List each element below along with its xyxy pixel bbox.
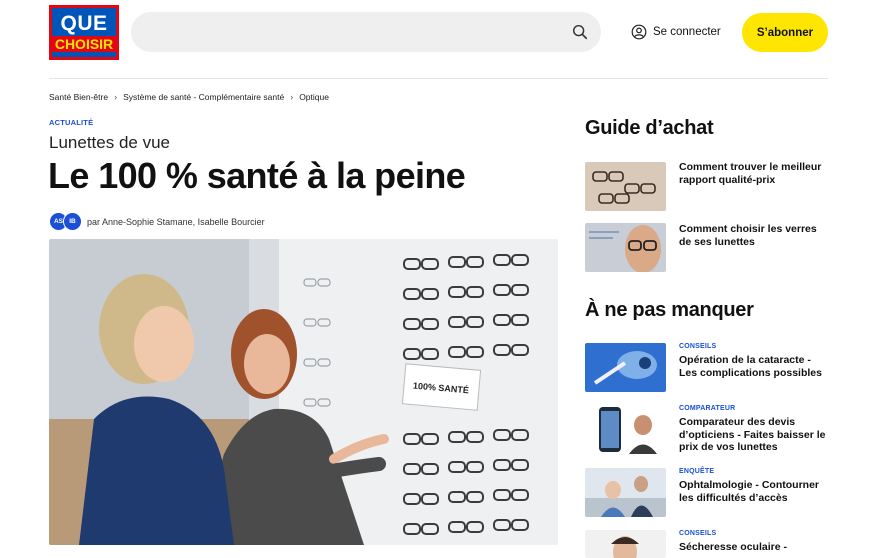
header-divider (49, 78, 828, 79)
user-icon (631, 24, 647, 40)
card-title[interactable]: Ophtalmologie - Contourner les difficult… (679, 479, 829, 504)
miss-card[interactable]: CONSEILS Opération de la cataracte - Les… (585, 343, 835, 392)
card-tag: ENQUÊTE (679, 468, 715, 475)
card-tag: CONSEILS (679, 530, 717, 537)
guide-section-title: Guide d’achat (585, 117, 714, 139)
chevron-right-icon: › (114, 92, 118, 102)
login-link[interactable]: Se connecter (631, 22, 721, 42)
article-title: Le 100 % santé à la peine (48, 155, 466, 196)
card-tag: COMPARATEUR (679, 405, 736, 412)
card-title[interactable]: Comment choisir les verres de ses lunett… (679, 223, 829, 248)
authors-prefix: par (87, 216, 101, 227)
card-title[interactable]: Sécheresse oculaire - (679, 541, 829, 554)
subscribe-button[interactable]: S’abonner (742, 13, 828, 52)
miss-section-title: À ne pas manquer (585, 299, 754, 321)
card-thumbnail (585, 468, 666, 517)
article-tag: ACTUALITÉ (49, 118, 94, 127)
breadcrumb-item[interactable]: Santé Bien-être (49, 92, 108, 102)
authors-names[interactable]: Anne-Sophie Stamane, Isabelle Bourcier (102, 217, 265, 227)
search-input[interactable] (131, 12, 601, 52)
breadcrumb-item[interactable]: Système de santé - Complémentaire santé (123, 92, 284, 102)
authors-line: par Anne-Sophie Stamane, Isabelle Bourci… (87, 217, 265, 227)
guide-card[interactable]: Comment trouver le meilleur rapport qual… (585, 161, 835, 211)
card-thumbnail (585, 405, 666, 454)
card-title[interactable]: Opération de la cataracte - Les complica… (679, 354, 829, 379)
subscribe-label: S’abonner (756, 26, 814, 39)
logo-inner: QUE CHOISIR (51, 8, 117, 57)
card-body: Comment trouver le meilleur rapport qual… (679, 161, 829, 186)
card-body: CONSEILS Sécheresse oculaire - (679, 530, 829, 554)
article-subtitle: Lunettes de vue (49, 133, 170, 152)
logo-text-que: QUE (60, 12, 108, 35)
card-thumbnail (585, 223, 666, 272)
card-thumbnail (585, 530, 666, 558)
card-body: ENQUÊTE Ophtalmologie - Contourner les d… (679, 468, 829, 504)
article-authors: AS IB par Anne-Sophie Stamane, Isabelle … (49, 212, 265, 231)
guide-card[interactable]: Comment choisir les verres de ses lunett… (585, 223, 835, 272)
breadcrumb-item[interactable]: Optique (299, 92, 329, 102)
card-body: CONSEILS Opération de la cataracte - Les… (679, 343, 829, 379)
avatar[interactable]: IB (63, 212, 82, 231)
search-icon[interactable] (571, 23, 589, 41)
card-body: Comment choisir les verres de ses lunett… (679, 223, 829, 248)
card-title[interactable]: Comparateur des devis d’opticiens - Fait… (679, 416, 829, 454)
card-thumbnail (585, 162, 666, 211)
hero-image: 100% SANTÉ (49, 239, 558, 545)
card-tag: CONSEILS (679, 343, 717, 350)
card-title[interactable]: Comment trouver le meilleur rapport qual… (679, 161, 829, 186)
miss-card[interactable]: CONSEILS Sécheresse oculaire - (585, 530, 835, 558)
card-body: COMPARATEUR Comparateur des devis d’opti… (679, 405, 829, 454)
logo[interactable]: QUE CHOISIR (49, 5, 119, 60)
card-thumbnail (585, 343, 666, 392)
breadcrumb: Santé Bien-être › Système de santé - Com… (49, 92, 329, 102)
logo-text-choisir: CHOISIR (51, 36, 117, 52)
hero-illustration: 100% SANTÉ (49, 239, 558, 545)
chevron-right-icon: › (290, 92, 294, 102)
miss-card[interactable]: ENQUÊTE Ophtalmologie - Contourner les d… (585, 468, 835, 517)
miss-card[interactable]: COMPARATEUR Comparateur des devis d’opti… (585, 405, 835, 454)
login-label: Se connecter (653, 26, 721, 38)
